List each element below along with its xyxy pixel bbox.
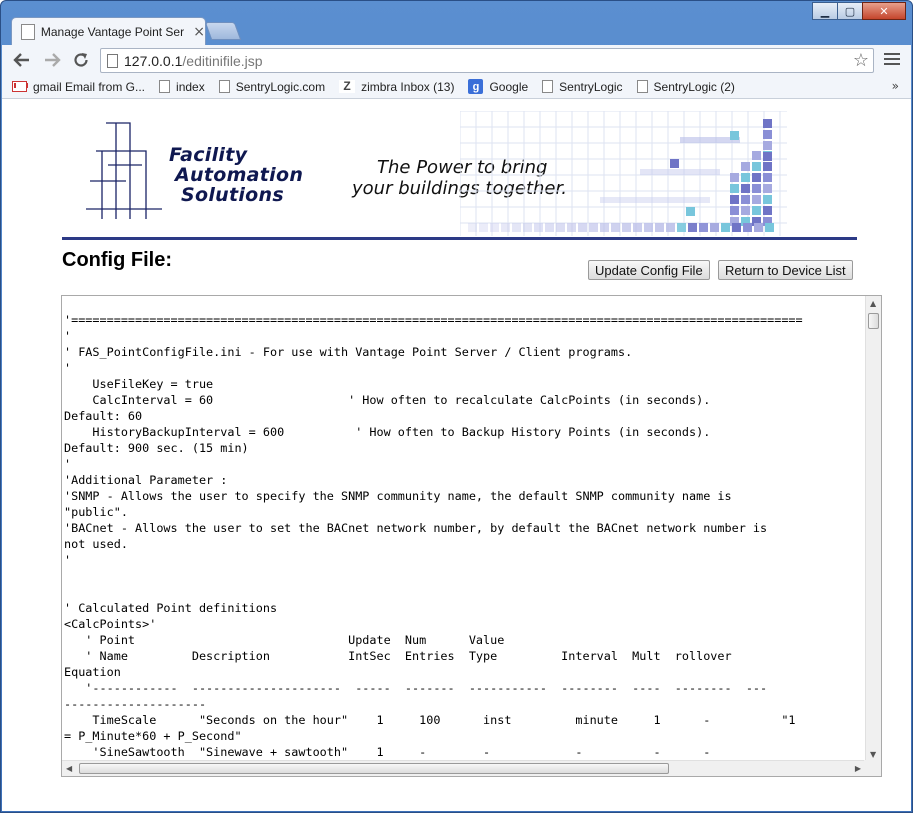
config-line: ' Point Update Num Value bbox=[64, 633, 505, 647]
vertical-scroll-thumb[interactable] bbox=[868, 313, 879, 329]
browser-tab[interactable]: Manage Vantage Point Ser × bbox=[11, 17, 206, 45]
config-line: '=======================================… bbox=[64, 313, 803, 327]
banner-divider bbox=[62, 237, 857, 240]
return-to-device-list-button[interactable]: Return to Device List bbox=[718, 260, 853, 280]
logo-line-3: Solutions bbox=[181, 184, 284, 206]
decorative-grid-graphic bbox=[460, 111, 787, 236]
config-file-content: '=======================================… bbox=[64, 312, 864, 760]
page-title: Config File: bbox=[62, 249, 172, 271]
window-controls: ▁ ▢ ✕ bbox=[812, 2, 906, 20]
bookmark-index[interactable]: index bbox=[159, 80, 205, 94]
config-file-text: '=======================================… bbox=[64, 312, 864, 760]
page-content: Facility Automation Solutions The Power … bbox=[2, 99, 911, 811]
tab-title: Manage Vantage Point Ser bbox=[40, 24, 185, 39]
bookmark-google[interactable]: g Google bbox=[468, 79, 528, 94]
page-icon bbox=[636, 80, 648, 93]
company-logo-text: Facility Automation Solutions bbox=[169, 145, 303, 205]
config-line: ' Calculated Point definitions bbox=[64, 601, 278, 615]
url-path: /editinifile.jsp bbox=[182, 52, 263, 69]
config-line: ' FAS_PointConfigFile.ini - For use with… bbox=[64, 345, 633, 359]
logo-line-1: Facility bbox=[169, 144, 248, 166]
bookmark-zimbra[interactable]: Zzimbra Inbox (13) bbox=[339, 80, 454, 94]
zimbra-icon: Z bbox=[339, 80, 356, 93]
config-line: '------------ --------------------- ----… bbox=[64, 681, 768, 695]
bookmarks-bar: gmail Email from G... index SentryLogic.… bbox=[2, 75, 911, 99]
scroll-left-arrow-icon[interactable]: ◀ bbox=[66, 764, 72, 773]
resize-grip-icon[interactable] bbox=[864, 760, 881, 776]
close-window-button[interactable]: ✕ bbox=[862, 2, 906, 20]
bookmark-label: Google bbox=[489, 79, 529, 94]
back-arrow-icon bbox=[13, 53, 29, 67]
config-line: 'BACnet - Allows the user to set the BAC… bbox=[64, 521, 768, 535]
config-line: ' bbox=[64, 361, 72, 375]
config-file-textarea[interactable]: '=======================================… bbox=[61, 295, 882, 777]
bookmark-sentrylogic[interactable]: SentryLogic bbox=[542, 79, 623, 94]
page-icon bbox=[159, 80, 171, 93]
config-line: ' Name Description IntSec Entries Type I… bbox=[64, 649, 732, 663]
browser-toolbar: 127.0.0.1/editinifile.jsp ☆ bbox=[2, 45, 911, 75]
reload-button[interactable] bbox=[69, 49, 93, 71]
scroll-right-arrow-icon[interactable]: ▶ bbox=[855, 764, 861, 773]
url-host: 127.0.0.1 bbox=[124, 52, 183, 69]
browser-window: Manage Vantage Point Ser × ▁ ▢ ✕ 127.0.0… bbox=[0, 0, 913, 813]
minimize-button[interactable]: ▁ bbox=[812, 2, 838, 20]
horizontal-scrollbar[interactable]: ◀ ▶ bbox=[62, 760, 865, 776]
config-line: 'SNMP - Allows the user to specify the S… bbox=[64, 489, 732, 503]
banner: Facility Automation Solutions The Power … bbox=[62, 107, 857, 242]
config-line: not used. bbox=[64, 537, 128, 551]
reload-icon bbox=[74, 53, 88, 67]
bookmark-label: SentryLogic (2) bbox=[653, 79, 735, 94]
bookmark-label: SentryLogic bbox=[559, 79, 623, 94]
config-line: Equation bbox=[64, 665, 121, 679]
tab-close-icon[interactable]: × bbox=[193, 24, 205, 40]
config-line: Default: 900 sec. (15 min) bbox=[64, 441, 249, 455]
maximize-button[interactable]: ▢ bbox=[837, 2, 863, 20]
logo-mark-icon bbox=[86, 122, 162, 219]
gmail-icon bbox=[12, 81, 27, 92]
config-line: TimeScale "Seconds on the hour" 1 100 in… bbox=[64, 713, 796, 727]
new-tab-button[interactable] bbox=[204, 22, 242, 40]
page-icon bbox=[542, 80, 554, 93]
config-line: = P_Minute*60 + P_Second" bbox=[64, 729, 242, 743]
scroll-up-arrow-icon[interactable]: ▲ bbox=[870, 299, 876, 308]
horizontal-scroll-thumb[interactable] bbox=[79, 763, 669, 774]
logo-line-2: Automation bbox=[175, 164, 304, 186]
config-line: Default: 60 bbox=[64, 409, 143, 423]
config-line: CalcInterval = 60 ' How often to recalcu… bbox=[64, 393, 711, 407]
bookmark-sentrylogic-com[interactable]: SentryLogic.com bbox=[218, 79, 326, 94]
bookmark-star-icon[interactable]: ☆ bbox=[853, 50, 869, 71]
back-button[interactable] bbox=[10, 49, 34, 71]
config-line: "public". bbox=[64, 505, 128, 519]
bookmark-label: index bbox=[176, 79, 205, 94]
config-line: ' bbox=[64, 457, 72, 471]
bookmarks-overflow-button[interactable]: » bbox=[892, 79, 899, 93]
config-line: ' bbox=[64, 553, 72, 567]
bookmark-gmail[interactable]: gmail Email from G... bbox=[12, 80, 145, 94]
forward-arrow-icon bbox=[45, 53, 61, 67]
bookmark-label: SentryLogic.com bbox=[235, 79, 326, 94]
update-config-file-button[interactable]: Update Config File bbox=[588, 260, 710, 280]
config-line: HistoryBackupInterval = 600 ' How often … bbox=[64, 425, 711, 439]
config-line: -------------------- bbox=[64, 697, 207, 711]
google-icon: g bbox=[468, 79, 484, 94]
config-line: ' bbox=[64, 329, 72, 343]
page-favicon-icon bbox=[21, 23, 35, 40]
page-icon bbox=[107, 53, 118, 68]
vertical-scrollbar[interactable]: ▲ ▼ bbox=[865, 296, 881, 762]
title-bar: Manage Vantage Point Ser × ▁ ▢ ✕ bbox=[1, 1, 912, 45]
page-icon bbox=[218, 80, 230, 93]
bookmark-label: zimbra Inbox (13) bbox=[361, 79, 455, 94]
bookmark-sentrylogic-2[interactable]: SentryLogic (2) bbox=[636, 79, 735, 94]
address-bar[interactable]: 127.0.0.1/editinifile.jsp ☆ bbox=[100, 48, 874, 73]
config-line: 'Additional Parameter : bbox=[64, 473, 228, 487]
config-line: <CalcPoints>' bbox=[64, 617, 157, 631]
scroll-down-arrow-icon[interactable]: ▼ bbox=[870, 750, 876, 759]
bookmark-label: gmail Email from G... bbox=[33, 79, 146, 94]
config-line: 'SineSawtooth "Sinewave + sawtooth" 1 - … bbox=[64, 745, 711, 759]
config-line: UseFileKey = true bbox=[64, 377, 214, 391]
menu-icon[interactable] bbox=[884, 51, 900, 67]
url-text: 127.0.0.1/editinifile.jsp bbox=[124, 53, 263, 69]
forward-button[interactable] bbox=[40, 49, 64, 71]
